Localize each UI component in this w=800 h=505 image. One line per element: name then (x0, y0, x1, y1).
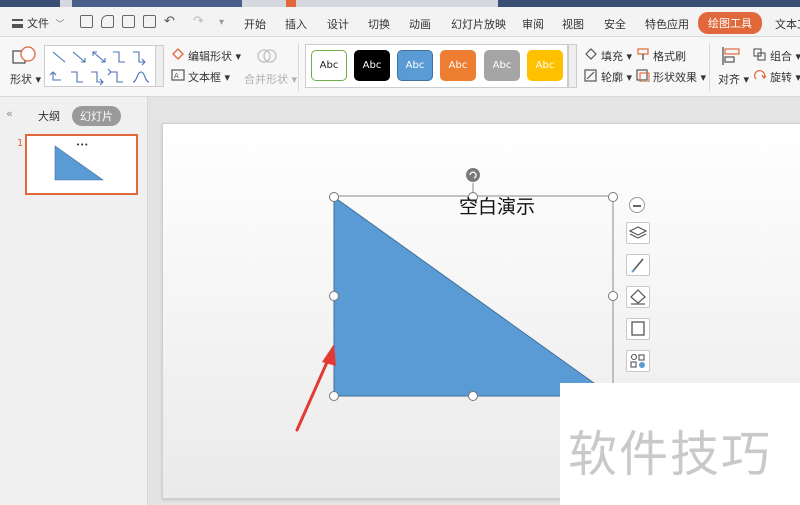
resize-handle[interactable] (329, 291, 339, 301)
fill-glyph (630, 289, 646, 305)
resize-handle[interactable] (608, 291, 618, 301)
resize-handle[interactable] (329, 391, 339, 401)
resize-handle[interactable] (468, 391, 478, 401)
collapse-toolbar-icon[interactable] (629, 197, 645, 213)
layers-icon[interactable] (626, 222, 650, 244)
right-triangle-shape[interactable] (333, 196, 614, 397)
rotate-handle-icon[interactable] (466, 168, 480, 182)
resize-handle[interactable] (329, 192, 339, 202)
watermark-text: 软件技巧 (568, 426, 773, 483)
slide-title[interactable]: 空白演示 (459, 192, 535, 219)
more-options-glyph (630, 353, 645, 368)
annotation-arrow (295, 358, 330, 432)
pen-icon[interactable] (626, 254, 650, 276)
more-options-icon[interactable] (626, 350, 650, 372)
resize-handle[interactable] (608, 192, 618, 202)
pen-glyph (631, 258, 644, 273)
border-icon[interactable] (626, 318, 650, 340)
annotation-arrowhead (322, 344, 336, 366)
layers-glyph (628, 226, 648, 239)
border-glyph (631, 321, 645, 336)
fill-tool-icon[interactable] (626, 286, 650, 308)
